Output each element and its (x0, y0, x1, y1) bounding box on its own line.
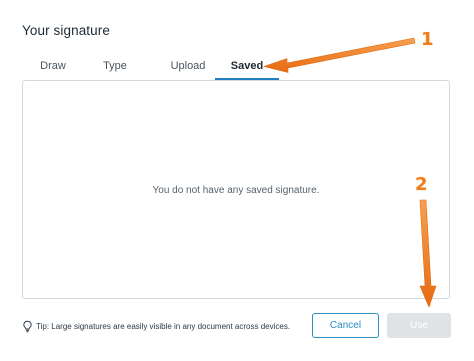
lightbulb-icon (22, 320, 33, 333)
saved-signatures-panel: You do not have any saved signature. (22, 80, 450, 299)
tab-type[interactable]: Type (84, 54, 146, 80)
signature-tabs: Draw Type Upload Saved (22, 54, 450, 80)
cancel-button[interactable]: Cancel (312, 313, 379, 338)
tab-saved[interactable]: Saved (215, 54, 279, 80)
empty-state-message: You do not have any saved signature. (152, 185, 320, 196)
tab-draw[interactable]: Draw (22, 54, 84, 80)
signature-dialog: Your signature Draw Type Upload Saved Yo… (0, 0, 474, 361)
tip-text: Tip: Large signatures are easily visible… (36, 321, 291, 331)
dialog-title: Your signature (22, 23, 110, 38)
tip-row: Tip: Large signatures are easily visible… (22, 319, 290, 333)
tab-upload[interactable]: Upload (157, 54, 219, 80)
use-button[interactable]: Use (387, 313, 451, 338)
